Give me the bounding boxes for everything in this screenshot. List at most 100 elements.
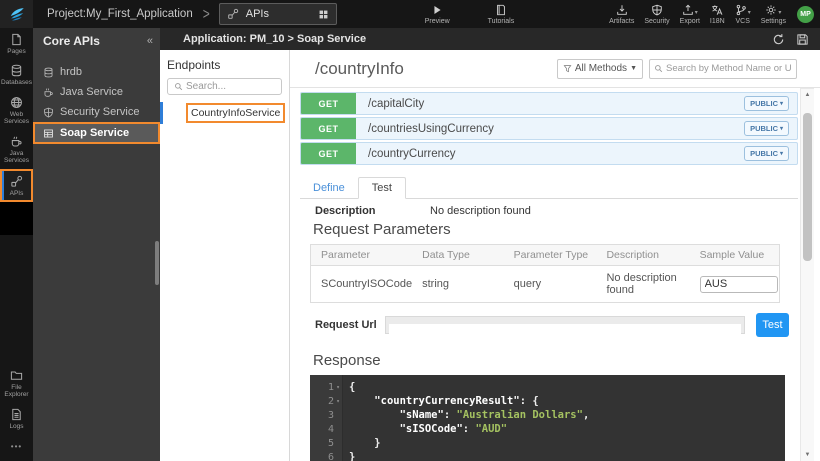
gear-icon	[765, 4, 777, 16]
core-api-item-java-service[interactable]: Java Service	[33, 82, 160, 102]
caret-down-icon: ▾	[780, 100, 783, 107]
sidebar-item-pages[interactable]: Pages	[0, 28, 33, 59]
line-number: 3	[328, 410, 334, 421]
gutter-line: 2▾	[310, 394, 342, 408]
token-key: "sName"	[400, 409, 444, 421]
fold-arrow-icon[interactable]: ▾	[334, 384, 342, 391]
translate-icon	[711, 4, 723, 16]
parameter-type-cell: query	[504, 266, 597, 303]
request-url-input[interactable]	[389, 324, 741, 336]
sidebar-item-java-services[interactable]: Java Services	[0, 130, 33, 169]
sidebar-item-label: Pages	[7, 48, 25, 55]
method-search-input[interactable]	[666, 63, 792, 74]
core-api-item-security-service[interactable]: Security Service	[33, 102, 160, 122]
topbar-tool-i18n[interactable]: I18N	[710, 4, 725, 25]
response-code-editor[interactable]: 1▾2▾3456 { "countryCurrencyResult": { "s…	[310, 375, 785, 461]
scroll-up-icon[interactable]: ▲	[801, 89, 814, 101]
request-url-label: Request Url	[315, 319, 385, 331]
shield-icon	[651, 4, 663, 16]
endpoint-item-countryinfoservice[interactable]: CountryInfoService	[160, 102, 289, 124]
code-line: "sISOCode": "AUD"	[349, 422, 785, 436]
sidebar-item-logs[interactable]: Logs	[0, 403, 33, 434]
sidebar-item-label: Logs	[9, 423, 23, 430]
project-name: Project:My_First_Application	[47, 8, 193, 20]
request-parameters-table: ParameterData TypeParameter TypeDescript…	[310, 244, 780, 303]
sidebar-item-databases[interactable]: Databases	[0, 59, 33, 90]
core-api-item-label: hrdb	[60, 66, 82, 78]
core-api-item-hrdb[interactable]: hrdb	[33, 62, 160, 82]
topbar-tool-vcs[interactable]: ▾VCS	[735, 4, 751, 25]
main-scrollbar[interactable]: ▲ ▼	[800, 88, 814, 461]
tutorials-button[interactable]: Tutorials	[488, 4, 515, 25]
user-avatar[interactable]: MP	[797, 6, 814, 23]
doc-icon	[495, 4, 507, 16]
scroll-down-icon[interactable]: ▼	[801, 449, 814, 461]
caret-down-icon: ▾	[695, 10, 698, 16]
endpoints-title: Endpoints	[160, 50, 289, 78]
tab-define[interactable]: Define	[300, 178, 358, 198]
visibility-dropdown[interactable]: PUBLIC▾	[744, 121, 789, 136]
topbar-tool-artifacts[interactable]: Artifacts	[609, 4, 634, 25]
core-apis-title: Core APIs	[43, 34, 147, 48]
collapse-panel-icon[interactable]: «	[147, 35, 153, 47]
core-panel-scrollbar-thumb[interactable]	[155, 241, 159, 285]
preview-label: Preview	[425, 18, 450, 25]
visibility-dropdown[interactable]: PUBLIC▾	[744, 146, 789, 161]
line-number: 6	[328, 452, 334, 461]
method-row--countrycurrency[interactable]: GET/countryCurrencyPUBLIC▾	[300, 142, 798, 165]
fold-arrow-icon[interactable]: ▾	[334, 398, 342, 405]
caret-down-icon: ▾	[778, 10, 781, 16]
endpoints-list: CountryInfoService	[160, 102, 289, 124]
scrollbar-thumb[interactable]	[803, 113, 812, 261]
refresh-icon[interactable]	[772, 33, 785, 46]
core-api-item-label: Security Service	[60, 106, 139, 118]
topbar-tool-export[interactable]: ▾Export	[680, 4, 700, 25]
sidebar-item-label: Java Services	[0, 150, 33, 165]
topbar-tool-label: Artifacts	[609, 18, 634, 25]
more-options-button[interactable]: •••	[0, 434, 33, 461]
line-number: 5	[328, 438, 334, 449]
topbar-tool-security[interactable]: Security	[644, 4, 669, 25]
line-number: 4	[328, 424, 334, 435]
service-content: GET/capitalCityPUBLIC▾GET/countriesUsing…	[290, 88, 798, 461]
core-apis-list: hrdb Java Service Security Service Soap Ser…	[33, 62, 160, 144]
app-logo[interactable]	[0, 0, 33, 28]
editor-code: { "countryCurrencyResult": { "sName": "A…	[343, 375, 785, 461]
sample-value-input[interactable]	[700, 276, 778, 293]
caret-down-icon: ▾	[748, 10, 751, 16]
sidebar-item-file-explorer[interactable]: File Explorer	[0, 364, 33, 403]
service-grid-icon	[43, 128, 54, 139]
description-label: Description	[315, 205, 430, 217]
tab-test[interactable]: Test	[358, 177, 406, 199]
pages-icon	[10, 33, 23, 46]
parameter-cell: SCountryISOCode	[311, 266, 413, 303]
token-punct: ,	[583, 409, 589, 421]
save-icon[interactable]	[796, 33, 809, 46]
visibility-label: PUBLIC	[750, 124, 778, 133]
sidebar-item-apis[interactable]: APIs	[0, 169, 33, 202]
method-row--countriesusingcurrency[interactable]: GET/countriesUsingCurrencyPUBLIC▾	[300, 117, 798, 140]
token-punct: }	[349, 437, 381, 449]
token-punct	[349, 423, 400, 435]
sidebar-item-web-services[interactable]: Web Services	[0, 91, 33, 130]
column-header-parameter: Parameter	[311, 245, 413, 266]
description-value: No description found	[430, 205, 531, 217]
workspace-tab-apis[interactable]: APIs	[219, 3, 337, 25]
visibility-dropdown[interactable]: PUBLIC▾	[744, 96, 789, 111]
active-item-shadow	[0, 202, 33, 235]
grid-icon[interactable]	[318, 9, 329, 20]
preview-button[interactable]: Preview	[425, 4, 450, 25]
topbar-tool-label: I18N	[710, 18, 725, 25]
endpoints-panel: Endpoints CountryInfoService	[160, 50, 290, 461]
request-url-wrapper	[385, 316, 745, 334]
column-header-parameter-type: Parameter Type	[504, 245, 597, 266]
method-path: /countryCurrency	[368, 148, 744, 160]
core-api-item-soap-service[interactable]: Soap Service	[33, 122, 160, 144]
endpoint-item-label: CountryInfoService	[186, 103, 285, 123]
topbar-tool-settings[interactable]: ▾Settings	[761, 4, 786, 25]
methods-filter-dropdown[interactable]: All Methods ▼	[557, 59, 643, 79]
endpoints-search-input[interactable]	[186, 81, 278, 92]
data-type-cell: string	[412, 266, 504, 303]
method-row--capitalcity[interactable]: GET/capitalCityPUBLIC▾	[300, 92, 798, 115]
test-button[interactable]: Test	[756, 313, 789, 337]
